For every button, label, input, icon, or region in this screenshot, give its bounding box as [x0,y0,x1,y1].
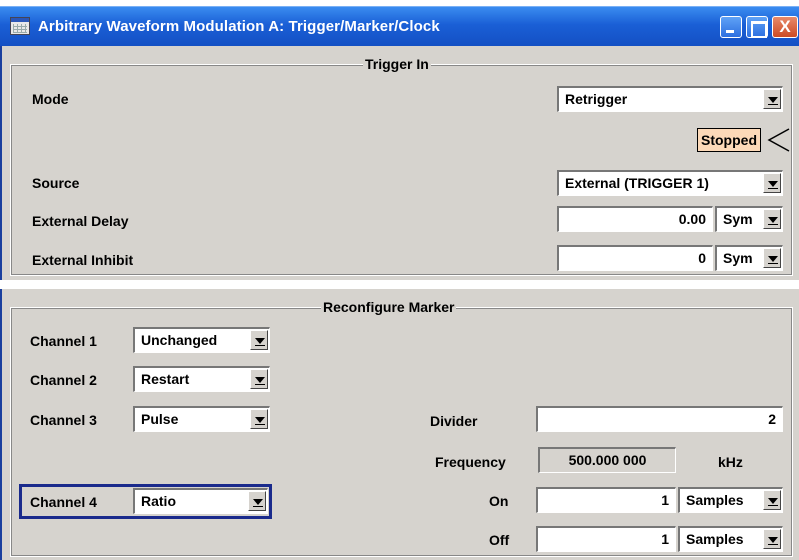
channel-4-select[interactable]: Ratio [133,488,268,514]
window-title: Arbitrary Waveform Modulation A: Trigger… [38,18,440,35]
channel-2-label: Channel 2 [30,372,97,388]
chevron-down-icon[interactable] [763,173,781,193]
close-button[interactable]: X [772,16,798,38]
on-label: On [489,493,509,509]
reconfigure-marker-group: Reconfigure Marker [10,299,793,557]
off-unit: Samples [686,531,744,547]
mode-value: Retrigger [565,91,628,107]
external-delay-input[interactable]: 0.00 [557,206,713,232]
on-unit-select[interactable]: Samples [678,487,783,513]
channel-1-label: Channel 1 [30,333,97,349]
chevron-down-icon[interactable] [250,330,268,350]
channel-2-value: Restart [141,371,190,387]
chevron-down-icon[interactable] [763,209,781,229]
on-unit: Samples [686,492,744,508]
chevron-down-icon[interactable] [250,369,268,389]
channel-3-select[interactable]: Pulse [133,406,270,432]
channel-3-value: Pulse [141,411,179,427]
channel-4-value: Ratio [141,493,176,509]
trigger-in-group-label: Trigger In [363,56,431,72]
external-inhibit-unit: Sym [723,250,753,266]
channel-3-label: Channel 3 [30,412,97,428]
chevron-down-icon[interactable] [763,529,781,549]
chevron-down-icon[interactable] [763,248,781,268]
off-unit-select[interactable]: Samples [678,526,783,552]
chevron-down-icon[interactable] [763,490,781,510]
divider-value: 2 [768,411,776,427]
off-label: Off [489,532,510,548]
minimize-button[interactable] [720,16,742,38]
on-value: 1 [661,492,669,508]
frequency-display: 500.000 000 [538,447,676,473]
external-delay-unit: Sym [723,211,753,227]
divider-label: Divider [430,413,478,429]
close-icon: X [779,17,791,36]
external-inhibit-input[interactable]: 0 [557,245,713,271]
on-input[interactable]: 1 [536,487,676,513]
maximize-button[interactable] [746,16,768,38]
external-delay-label: External Delay [32,213,129,229]
app-window-icon [10,17,30,35]
source-value: External (TRIGGER 1) [565,175,709,191]
source-label: Source [32,175,80,191]
external-inhibit-label: External Inhibit [32,252,134,268]
trigger-status-badge: Stopped [697,128,761,152]
mode-select[interactable]: Retrigger [557,86,783,112]
off-value: 1 [661,531,669,547]
frequency-value: 500.000 000 [568,452,647,468]
off-input[interactable]: 1 [536,526,676,552]
reconfigure-marker-group-label: Reconfigure Marker [321,299,457,315]
frequency-label: Frequency [435,454,506,470]
channel-4-label: Channel 4 [30,494,97,510]
mode-label: Mode [32,91,69,107]
trigger-status-icon [767,128,790,152]
chevron-down-icon[interactable] [250,409,268,429]
source-select[interactable]: External (TRIGGER 1) [557,170,783,196]
frequency-unit: kHz [718,454,743,470]
channel-1-value: Unchanged [141,332,218,348]
channel-1-select[interactable]: Unchanged [133,327,270,353]
external-delay-unit-select[interactable]: Sym [715,206,783,232]
channel-2-select[interactable]: Restart [133,366,270,392]
chevron-down-icon[interactable] [248,491,266,511]
divider-input[interactable]: 2 [536,406,783,432]
chevron-down-icon[interactable] [763,89,781,109]
external-inhibit-unit-select[interactable]: Sym [715,245,783,271]
external-inhibit-value: 0 [698,250,706,266]
external-delay-value: 0.00 [678,211,706,227]
title-bar[interactable]: Arbitrary Waveform Modulation A: Trigger… [0,6,799,46]
